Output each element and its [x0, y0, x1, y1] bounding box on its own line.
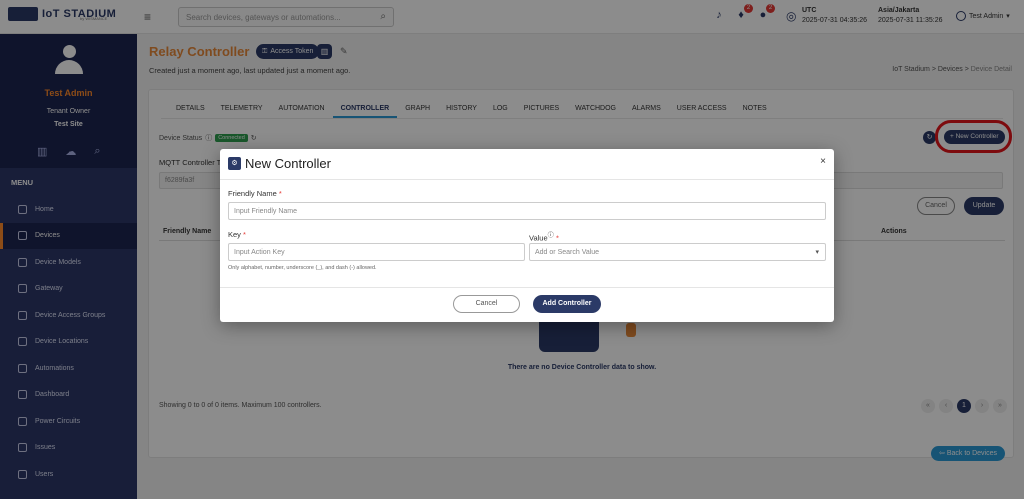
key-label: Key * — [228, 230, 246, 239]
key-input[interactable]: Input Action Key — [228, 243, 525, 261]
friendly-name-placeholder: Input Friendly Name — [234, 208, 298, 215]
add-controller-button[interactable]: Add Controller — [533, 295, 601, 313]
key-hint: Only alphabet, number, underscore (_), a… — [228, 265, 377, 271]
value-select[interactable]: Add or Search Value ▾ — [529, 243, 826, 261]
friendly-name-label-text: Friendly Name — [228, 189, 277, 198]
info-icon: ⓘ — [547, 232, 554, 239]
modal-title: New Controller — [245, 156, 331, 171]
modal-footer-divider — [220, 287, 834, 288]
friendly-name-label: Friendly Name * — [228, 189, 282, 198]
controller-icon: ⚙ — [228, 157, 241, 170]
chevron-down-icon: ▾ — [815, 249, 819, 256]
value-placeholder: Add or Search Value — [535, 249, 600, 256]
key-placeholder: Input Action Key — [234, 249, 285, 256]
key-label-text: Key — [228, 230, 241, 239]
close-icon[interactable]: × — [820, 156, 826, 167]
required-mark: * — [278, 189, 282, 198]
cancel-button[interactable]: Cancel — [453, 295, 520, 313]
required-mark: * — [555, 233, 559, 243]
new-controller-modal: ⚙ New Controller × Friendly Name * Input… — [220, 149, 834, 322]
friendly-name-input[interactable]: Input Friendly Name — [228, 202, 826, 220]
value-label: Valueⓘ * — [529, 230, 559, 243]
modal-header: ⚙ New Controller × — [220, 149, 834, 180]
value-label-text: Value — [529, 233, 548, 243]
required-mark: * — [243, 230, 246, 239]
